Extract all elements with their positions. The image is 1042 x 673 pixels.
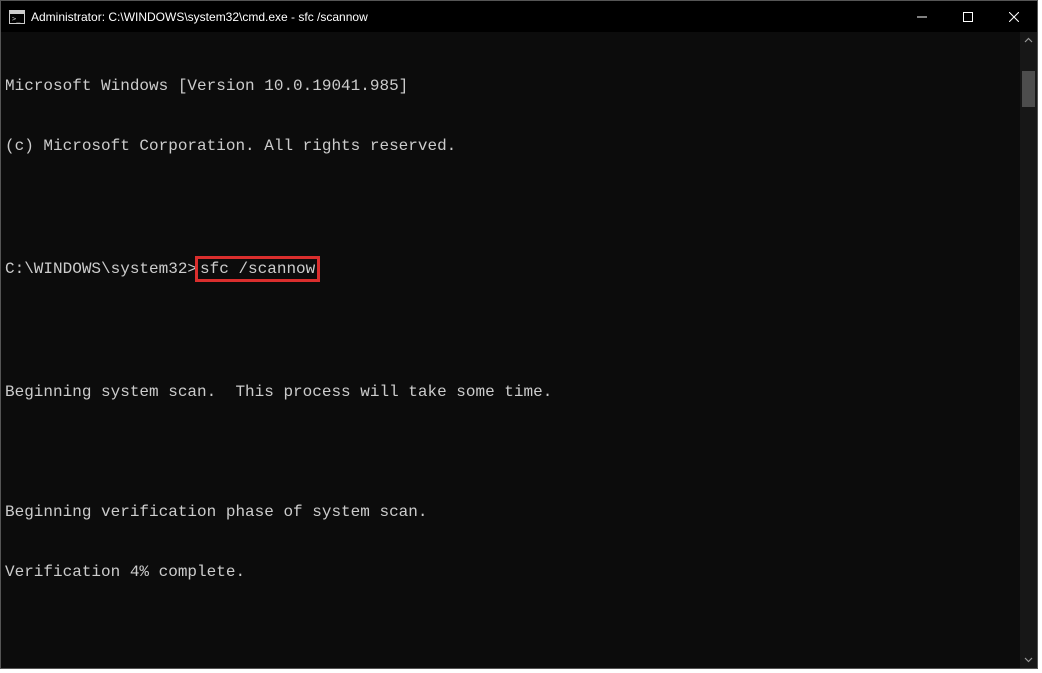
console-line — [5, 322, 1020, 342]
cmd-icon: >_ — [9, 9, 25, 25]
console-prompt-line: C:\WINDOWS\system32>sfc /scannow — [5, 256, 1020, 282]
scroll-down-button[interactable] — [1020, 651, 1037, 668]
scroll-up-button[interactable] — [1020, 32, 1037, 49]
console-line: Beginning system scan. This process will… — [5, 382, 1020, 402]
console-output[interactable]: Microsoft Windows [Version 10.0.19041.98… — [1, 32, 1020, 668]
close-button[interactable] — [991, 1, 1037, 32]
highlighted-command: sfc /scannow — [195, 256, 320, 282]
console-line: Verification 4% complete. — [5, 562, 1020, 582]
console-line — [5, 442, 1020, 462]
console-line: Microsoft Windows [Version 10.0.19041.98… — [5, 76, 1020, 96]
titlebar[interactable]: >_ Administrator: C:\WINDOWS\system32\cm… — [1, 1, 1037, 32]
vertical-scrollbar[interactable] — [1020, 32, 1037, 668]
cmd-window: >_ Administrator: C:\WINDOWS\system32\cm… — [0, 0, 1038, 669]
console-line — [5, 196, 1020, 216]
scrollbar-thumb[interactable] — [1022, 71, 1035, 107]
prompt-prefix: C:\WINDOWS\system32> — [5, 260, 197, 278]
console-line: Beginning verification phase of system s… — [5, 502, 1020, 522]
window-controls — [899, 1, 1037, 32]
window-body: Microsoft Windows [Version 10.0.19041.98… — [1, 32, 1037, 668]
console-line: (c) Microsoft Corporation. All rights re… — [5, 136, 1020, 156]
minimize-button[interactable] — [899, 1, 945, 32]
window-title: Administrator: C:\WINDOWS\system32\cmd.e… — [31, 10, 368, 24]
svg-text:>_: >_ — [12, 15, 21, 23]
maximize-button[interactable] — [945, 1, 991, 32]
